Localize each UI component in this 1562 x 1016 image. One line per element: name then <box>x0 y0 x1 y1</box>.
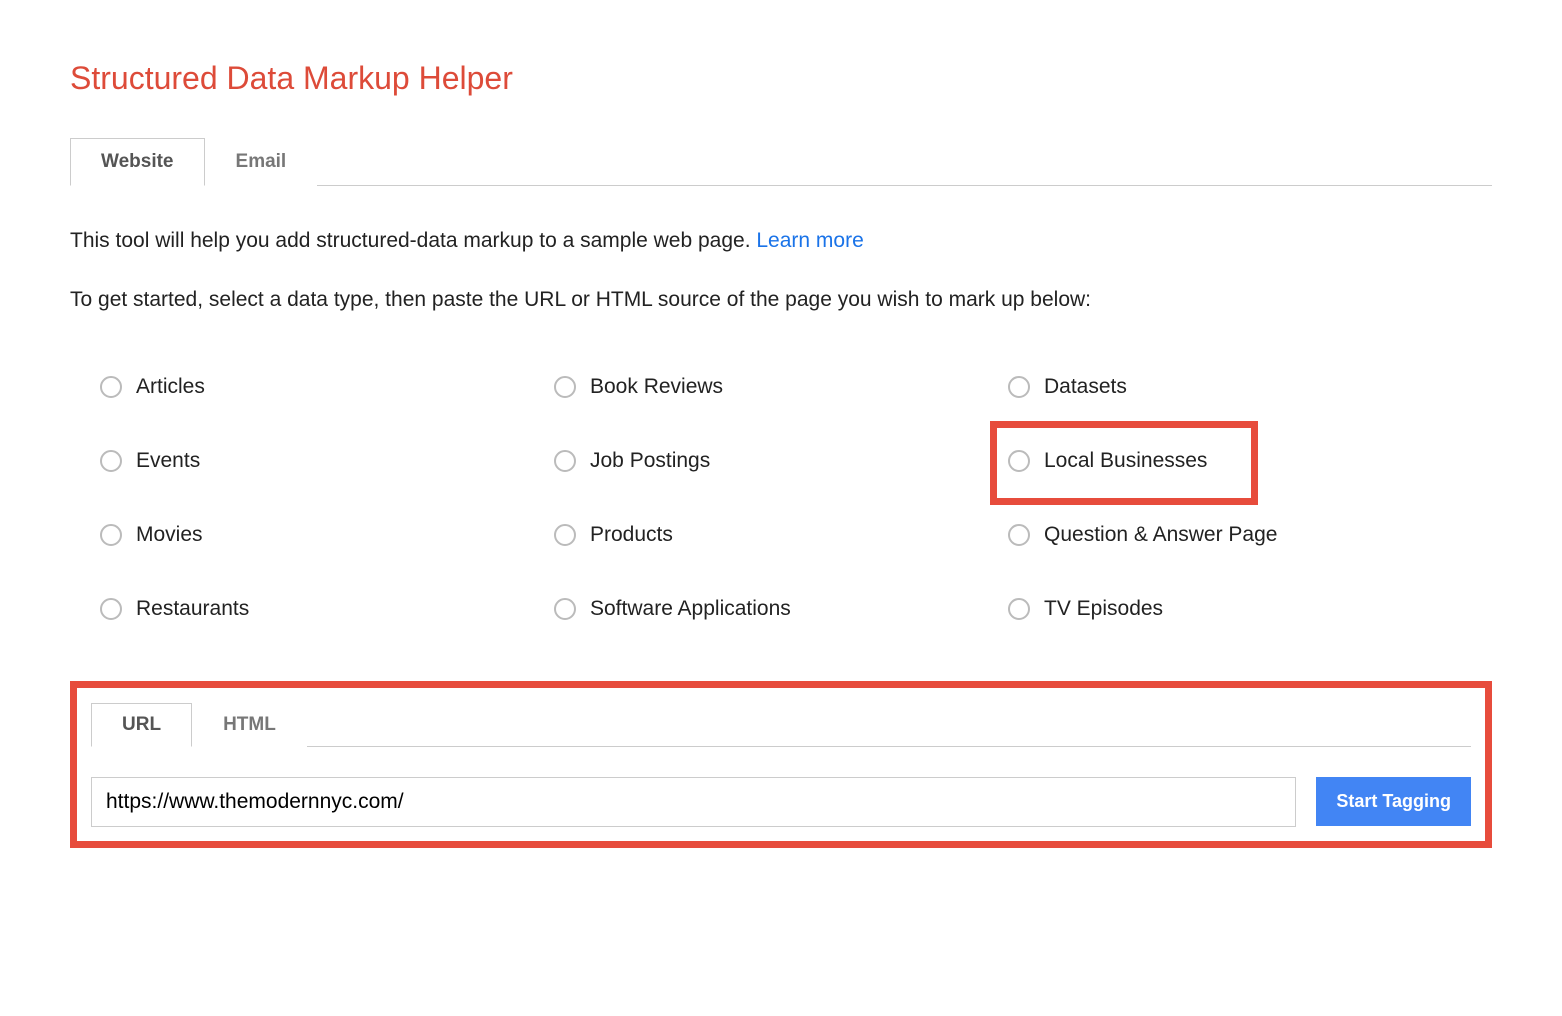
url-input[interactable] <box>91 777 1296 827</box>
tab-url[interactable]: URL <box>91 703 192 747</box>
radio-tv-episodes[interactable]: TV Episodes <box>1008 597 1462 621</box>
radio-label: Products <box>590 523 673 547</box>
radio-label: Book Reviews <box>590 375 723 399</box>
tab-email[interactable]: Email <box>205 138 318 186</box>
page-title: Structured Data Markup Helper <box>70 60 1492 97</box>
radio-circle-icon <box>100 524 122 546</box>
radio-circle-icon <box>100 598 122 620</box>
radio-label: Datasets <box>1044 375 1127 399</box>
radio-circle-icon <box>1008 376 1030 398</box>
radio-qa-page[interactable]: Question & Answer Page <box>1008 523 1462 547</box>
datatype-grid: Articles Book Reviews Datasets Events Jo… <box>70 345 1492 671</box>
input-section: URL HTML Start Tagging <box>70 681 1492 848</box>
radio-book-reviews[interactable]: Book Reviews <box>554 375 1008 399</box>
radio-circle-icon <box>100 376 122 398</box>
radio-circle-icon <box>1008 450 1030 472</box>
radio-circle-icon <box>100 450 122 472</box>
radio-label: Question & Answer Page <box>1044 523 1277 547</box>
intro-text: This tool will help you add structured-d… <box>70 226 1492 255</box>
intro-text-span: This tool will help you add structured-d… <box>70 229 756 252</box>
radio-circle-icon <box>554 376 576 398</box>
radio-local-businesses[interactable]: Local Businesses <box>1008 449 1462 473</box>
main-tabs: Website Email <box>70 137 1492 186</box>
radio-label: Articles <box>136 375 205 399</box>
tab-html[interactable]: HTML <box>192 703 307 747</box>
radio-job-postings[interactable]: Job Postings <box>554 449 1008 473</box>
radio-movies[interactable]: Movies <box>100 523 554 547</box>
radio-restaurants[interactable]: Restaurants <box>100 597 554 621</box>
radio-label: Restaurants <box>136 597 249 621</box>
tab-website[interactable]: Website <box>70 138 205 186</box>
radio-circle-icon <box>554 524 576 546</box>
radio-circle-icon <box>554 598 576 620</box>
radio-events[interactable]: Events <box>100 449 554 473</box>
radio-circle-icon <box>1008 598 1030 620</box>
radio-label: TV Episodes <box>1044 597 1163 621</box>
radio-label: Events <box>136 449 200 473</box>
input-tabs: URL HTML <box>91 702 1471 747</box>
radio-circle-icon <box>1008 524 1030 546</box>
input-row: Start Tagging <box>91 777 1471 827</box>
radio-circle-icon <box>554 450 576 472</box>
start-tagging-button[interactable]: Start Tagging <box>1316 777 1471 826</box>
radio-software-apps[interactable]: Software Applications <box>554 597 1008 621</box>
radio-datasets[interactable]: Datasets <box>1008 375 1462 399</box>
radio-label: Movies <box>136 523 203 547</box>
getstarted-text: To get started, select a data type, then… <box>70 285 1492 314</box>
radio-products[interactable]: Products <box>554 523 1008 547</box>
radio-articles[interactable]: Articles <box>100 375 554 399</box>
radio-label: Software Applications <box>590 597 791 621</box>
learn-more-link[interactable]: Learn more <box>756 229 863 252</box>
radio-label: Local Businesses <box>1044 449 1207 473</box>
radio-label: Job Postings <box>590 449 710 473</box>
